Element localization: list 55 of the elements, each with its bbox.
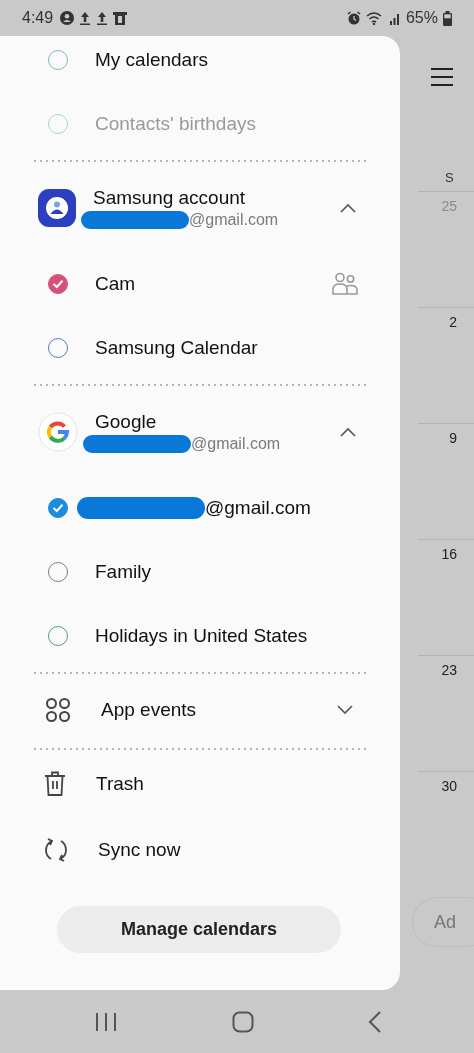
check-icon xyxy=(52,503,64,513)
calendar-name: Samsung Calendar xyxy=(95,337,258,359)
calendar-item[interactable]: Family xyxy=(0,540,400,604)
calendar-name: Contacts' birthdays xyxy=(95,113,256,135)
date-number[interactable]: 9 xyxy=(449,430,457,446)
manage-calendars-button[interactable]: Manage calendars xyxy=(57,906,341,953)
group-label: App events xyxy=(101,699,197,721)
weekday-label: S xyxy=(445,170,455,185)
account-icon xyxy=(60,11,75,25)
alarm-icon xyxy=(346,11,361,25)
date-number[interactable]: 16 xyxy=(441,546,457,562)
upload-icon xyxy=(79,11,92,25)
wifi-icon xyxy=(365,11,384,25)
calendar-checkbox[interactable] xyxy=(48,274,68,294)
drawer-action[interactable]: Sync now xyxy=(0,816,400,884)
signal-icon xyxy=(388,11,401,25)
drawer-action[interactable]: Trash xyxy=(0,752,400,816)
trash-icon xyxy=(44,771,66,797)
device-icon xyxy=(113,10,128,26)
chevron-icon xyxy=(340,427,356,437)
action-label: Trash xyxy=(96,773,144,795)
account-logo-icon xyxy=(38,189,76,227)
date-number[interactable]: 2 xyxy=(449,314,457,330)
calendar-name: Holidays in United States xyxy=(95,625,308,647)
date-number[interactable]: 23 xyxy=(441,662,457,678)
calendar-name: My calendars xyxy=(95,49,208,71)
upload-icon xyxy=(96,11,109,25)
account-name: Google xyxy=(95,411,158,433)
clock-time: 4:49 xyxy=(22,9,54,27)
date-number[interactable]: 30 xyxy=(441,778,457,794)
action-label: Sync now xyxy=(98,839,181,861)
check-icon xyxy=(52,279,64,289)
battery-icon xyxy=(443,10,452,26)
calendar-item[interactable]: Cam xyxy=(0,252,400,316)
account-email: @gmail.com xyxy=(191,435,281,453)
calendar-name: @gmail.com xyxy=(205,497,311,519)
home-icon[interactable] xyxy=(231,1010,254,1033)
account-email: @gmail.com xyxy=(189,211,279,229)
calendar-checkbox[interactable] xyxy=(48,498,68,518)
calendar-item[interactable]: @gmail.com xyxy=(0,476,400,540)
chevron-icon xyxy=(340,203,356,213)
calendar-name: Family xyxy=(95,561,151,583)
menu-icon[interactable] xyxy=(431,68,453,86)
recent-apps-icon[interactable] xyxy=(95,1011,117,1032)
calendar-item[interactable]: Holidays in United States xyxy=(0,604,400,668)
sync-icon xyxy=(44,837,68,863)
app-events-item[interactable]: App events xyxy=(0,676,400,744)
google-logo-icon xyxy=(38,412,78,452)
calendar-item[interactable]: Samsung Calendar xyxy=(0,316,400,380)
calendar-item[interactable]: My calendars xyxy=(0,36,400,92)
back-icon[interactable] xyxy=(368,1010,382,1033)
apps-icon xyxy=(45,697,71,723)
calendar-name: Cam xyxy=(95,273,136,295)
account-name: Samsung account xyxy=(93,187,247,209)
battery-percentage: 65% xyxy=(405,9,438,27)
